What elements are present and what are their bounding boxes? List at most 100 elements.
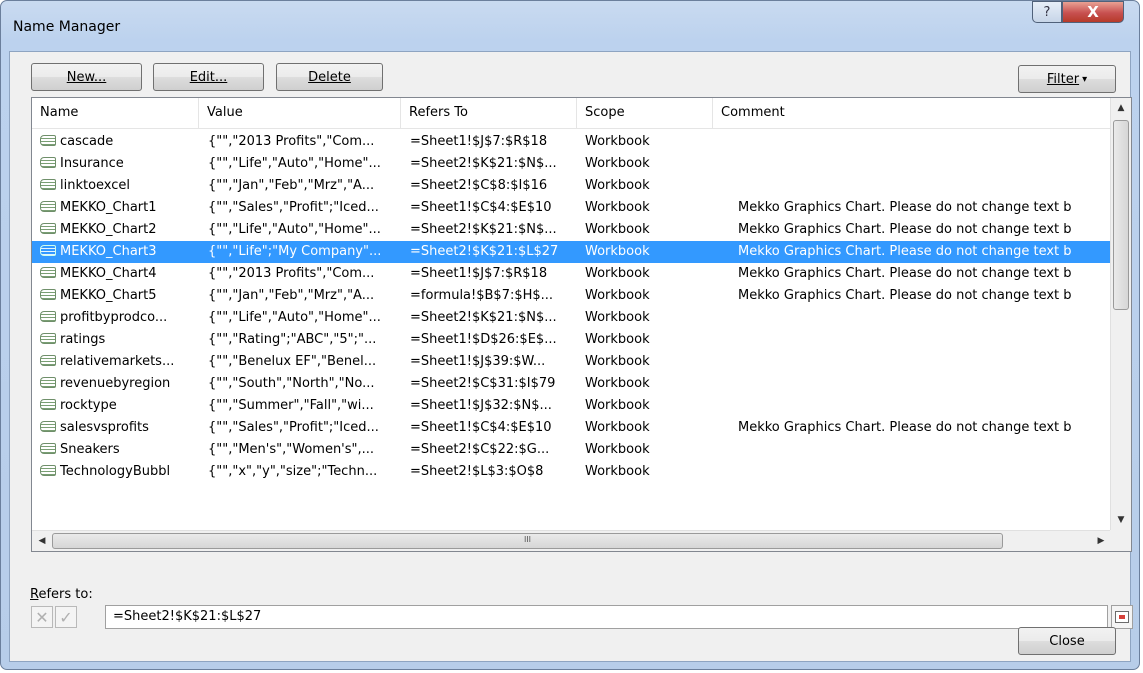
table-row[interactable]: revenuebyregion {"","South","North","No..… xyxy=(32,373,1111,395)
value-cell-text: {"","Life","Auto","Home"... xyxy=(208,222,381,237)
table-row[interactable]: TechnologyBubbl {"","x","y","size";"Techn… xyxy=(32,461,1111,483)
table-row[interactable]: cascade {"","2013 Profits","Com... =Sheet1… xyxy=(32,131,1111,153)
close-button-label: Close xyxy=(1049,633,1085,649)
refers-to-cell: =Sheet1!$J$7:$R$18 xyxy=(410,131,576,153)
scope-cell: Workbook xyxy=(585,395,710,417)
names-list[interactable]: Name Value Refers To Scope Comment casca… xyxy=(31,97,1132,552)
defined-name-icon xyxy=(40,443,56,454)
table-row[interactable]: Sneakers {"","Men's","Women's",... =Sheet2… xyxy=(32,439,1111,461)
refers-to-cell: =Sheet1!$C$4:$E$10 xyxy=(410,417,576,439)
name-cell: Sneakers xyxy=(40,439,195,461)
window-close-button[interactable]: X xyxy=(1062,1,1124,23)
scope-cell: Workbook xyxy=(585,351,710,373)
table-row[interactable]: profitbyprodco... {"","Life","Auto","Home… xyxy=(32,307,1111,329)
table-row[interactable]: MEKKO_Chart2 {"","Life","Auto","Home"... =… xyxy=(32,219,1111,241)
name-cell: TechnologyBubbl xyxy=(40,461,195,483)
refers-to-cell: =Sheet2!$K$21:$L$27 xyxy=(410,241,576,263)
table-row[interactable]: Insurance {"","Life","Auto","Home"... =She… xyxy=(32,153,1111,175)
filter-button[interactable]: Filter ▾ xyxy=(1018,65,1116,93)
comment-cell: Mekko Graphics Chart. Please do not chan… xyxy=(738,417,1108,439)
edit-button-label: Edit... xyxy=(189,69,228,85)
table-row[interactable]: MEKKO_Chart5 {"","Jan","Feb","Mrz","A... =… xyxy=(32,285,1111,307)
value-cell-text: {"","Sales","Profit";"Iced... xyxy=(208,200,379,215)
vertical-scroll-thumb[interactable] xyxy=(1113,120,1129,310)
column-header-refers-to[interactable]: Refers To xyxy=(401,98,577,128)
scroll-left-arrow[interactable]: ◀ xyxy=(32,531,52,551)
name-cell-text: MEKKO_Chart3 xyxy=(60,244,157,259)
scope-cell: Workbook xyxy=(585,461,710,483)
scope-cell-text: Workbook xyxy=(585,200,650,215)
refers-to-cell: =Sheet2!$C$8:$I$16 xyxy=(410,175,576,197)
table-row[interactable]: salesvsprofits {"","Sales","Profit";"Iced… xyxy=(32,417,1111,439)
name-cell-text: Sneakers xyxy=(60,442,120,457)
scroll-down-arrow[interactable]: ▼ xyxy=(1111,510,1131,530)
edit-button[interactable]: Edit... xyxy=(153,63,264,91)
name-cell: rocktype xyxy=(40,395,195,417)
refers-to-cell: =Sheet2!$K$21:$N$... xyxy=(410,153,576,175)
scope-cell-text: Workbook xyxy=(585,288,650,303)
vertical-scrollbar[interactable]: ▲ ▼ xyxy=(1110,98,1131,530)
scope-cell: Workbook xyxy=(585,307,710,329)
refers-to-label-rest: efers to: xyxy=(38,587,93,602)
refers-to-input[interactable]: =Sheet2!$K$21:$L$27 xyxy=(105,605,1108,629)
value-cell-text: {"","Life","Auto","Home"... xyxy=(208,310,381,325)
new-button[interactable]: New... xyxy=(31,63,142,91)
column-header-value[interactable]: Value xyxy=(199,98,401,128)
comment-cell: Mekko Graphics Chart. Please do not chan… xyxy=(738,197,1108,219)
cancel-edit-button[interactable]: ✕ xyxy=(31,606,53,628)
table-row[interactable]: MEKKO_Chart1 {"","Sales","Profit";"Iced..… xyxy=(32,197,1111,219)
value-cell: {"","2013 Profits","Com... xyxy=(208,263,400,285)
name-cell: MEKKO_Chart1 xyxy=(40,197,195,219)
column-header-name[interactable]: Name xyxy=(32,98,199,128)
scope-cell: Workbook xyxy=(585,241,710,263)
table-row[interactable]: MEKKO_Chart3 {"","Life";"My Company"... =S… xyxy=(32,241,1111,263)
table-row[interactable]: relativemarkets... {"","Benelux EF","Bene… xyxy=(32,351,1111,373)
comment-cell xyxy=(738,307,1108,329)
refers-to-label: Refers to: xyxy=(30,587,93,602)
table-row[interactable]: MEKKO_Chart4 {"","2013 Profits","Com... =S… xyxy=(32,263,1111,285)
name-cell-text: TechnologyBubbl xyxy=(60,464,171,479)
table-row[interactable]: ratings {"","Rating";"ABC","5";"... =Sheet… xyxy=(32,329,1111,351)
refers-to-cell-text: =Sheet2!$K$21:$L$27 xyxy=(410,244,559,259)
table-row[interactable]: linktoexcel {"","Jan","Feb","Mrz","A... =S… xyxy=(32,175,1111,197)
scope-cell-text: Workbook xyxy=(585,376,650,391)
table-row[interactable]: rocktype {"","Summer","Fall","wi... =Sheet… xyxy=(32,395,1111,417)
name-cell: salesvsprofits xyxy=(40,417,195,439)
defined-name-icon xyxy=(40,135,56,146)
scroll-right-arrow[interactable]: ▶ xyxy=(1091,531,1111,551)
horizontal-scroll-thumb[interactable]: III xyxy=(52,533,1003,549)
comment-cell: Mekko Graphics Chart. Please do not chan… xyxy=(738,241,1108,263)
scope-cell: Workbook xyxy=(585,285,710,307)
comment-cell xyxy=(738,175,1108,197)
confirm-edit-button[interactable]: ✓ xyxy=(55,606,77,628)
refers-to-cell: =Sheet2!$C$31:$I$79 xyxy=(410,373,576,395)
scroll-up-arrow[interactable]: ▲ xyxy=(1111,98,1131,118)
comment-cell xyxy=(738,395,1108,417)
refers-to-cell-text: =Sheet2!$C$8:$I$16 xyxy=(410,178,548,193)
defined-name-icon xyxy=(40,179,56,190)
collapse-dialog-button[interactable] xyxy=(1111,605,1133,629)
name-cell: MEKKO_Chart5 xyxy=(40,285,195,307)
refers-to-cell: =Sheet1!$J$32:$N$... xyxy=(410,395,576,417)
comment-cell xyxy=(738,131,1108,153)
horizontal-scrollbar[interactable]: ◀ III ▶ xyxy=(32,530,1111,551)
column-header-comment[interactable]: Comment xyxy=(713,98,1111,128)
range-select-icon xyxy=(1115,611,1129,623)
value-cell-text: {"","Benelux EF","Benel... xyxy=(208,354,377,369)
name-manager-dialog: Name Manager ? X New... Edit... Delete F… xyxy=(0,0,1140,670)
name-cell-text: MEKKO_Chart1 xyxy=(60,200,157,215)
scope-cell: Workbook xyxy=(585,329,710,351)
defined-name-icon xyxy=(40,245,56,256)
close-button[interactable]: Close xyxy=(1018,627,1116,655)
list-rows: cascade {"","2013 Profits","Com... =Sheet1… xyxy=(32,131,1111,483)
delete-button[interactable]: Delete xyxy=(276,63,383,91)
column-header-scope[interactable]: Scope xyxy=(577,98,713,128)
value-cell-text: {"","x","y","size";"Techn... xyxy=(208,464,378,479)
refers-to-cell-text: =Sheet2!$K$21:$N$... xyxy=(410,222,557,237)
defined-name-icon xyxy=(40,157,56,168)
comment-cell-text: Mekko Graphics Chart. Please do not chan… xyxy=(738,244,1072,259)
help-button[interactable]: ? xyxy=(1032,1,1062,23)
value-cell-text: {"","Sales","Profit";"Iced... xyxy=(208,420,379,435)
refers-to-cell-text: =Sheet1!$J$39:$W... xyxy=(410,354,546,369)
value-cell-text: {"","Men's","Women's",... xyxy=(208,442,375,457)
